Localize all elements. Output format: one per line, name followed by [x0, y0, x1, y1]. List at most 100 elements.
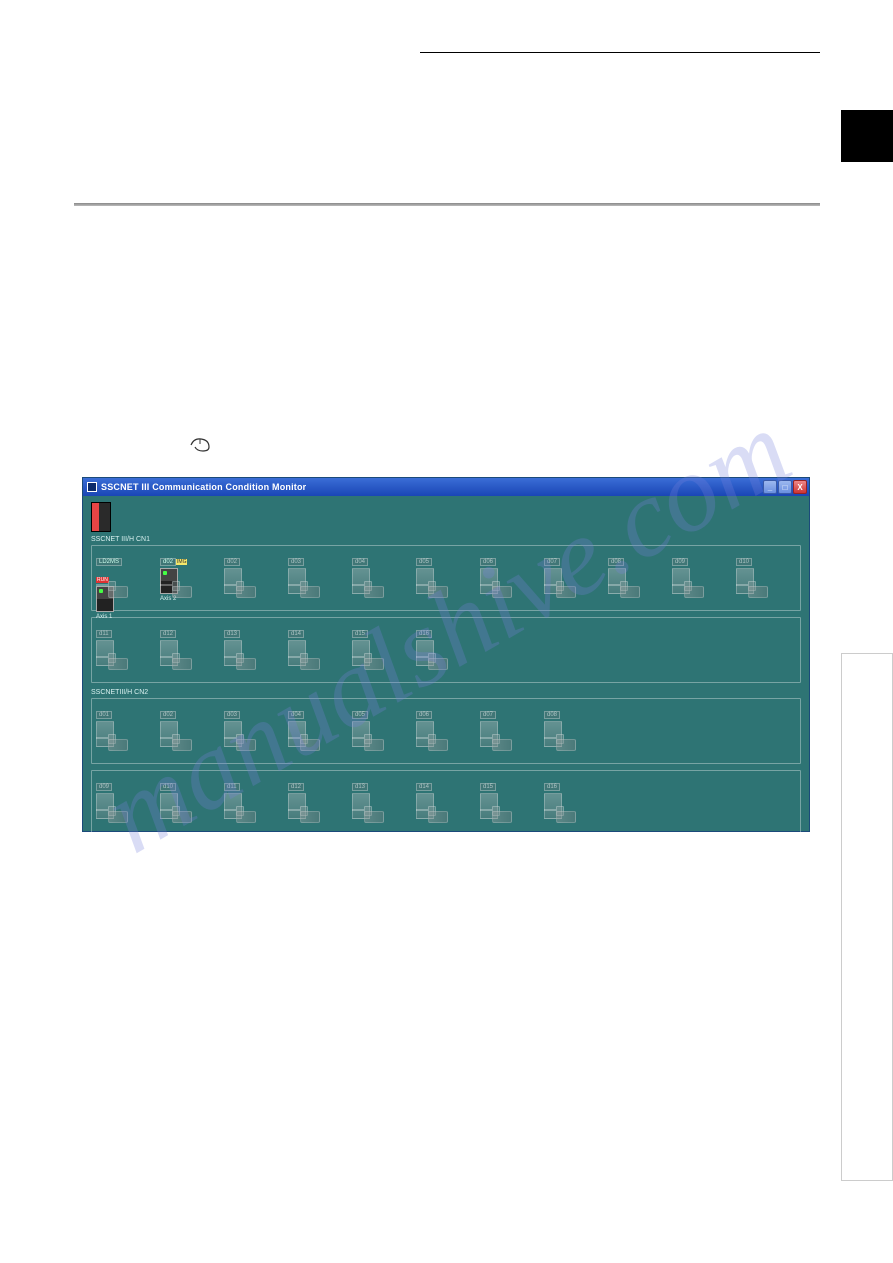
amplifier-row: d11 d12 d13 d14 d15 d16 — [96, 622, 796, 676]
connector-icon — [160, 809, 172, 811]
amplifier-slot[interactable]: d15 — [352, 622, 386, 676]
amplifier-slot[interactable]: d12 — [160, 622, 194, 676]
status-badge: IMG — [176, 559, 187, 565]
amplifier-slot[interactable]: d12 — [288, 775, 322, 829]
slot-id-tag: d12 — [288, 783, 304, 791]
amplifier-slot[interactable]: d14 — [288, 622, 322, 676]
titlebar[interactable]: SSCNET III Communication Condition Monit… — [83, 478, 809, 496]
amplifier-slot[interactable]: d06 — [416, 703, 450, 757]
amplifier-slot[interactable]: d01 — [96, 703, 130, 757]
amplifier-row: d01 d02 d03 d04 d05 d06 d07 d08 — [96, 703, 796, 757]
connector-icon — [288, 737, 300, 739]
amplifier-slot[interactable]: d16 — [416, 622, 450, 676]
slot-id-tag: d03 — [224, 711, 240, 719]
slot-id-tag: d10 — [160, 783, 176, 791]
slot-id-tag: d07 — [480, 711, 496, 719]
monitor-window: SSCNET III Communication Condition Monit… — [82, 477, 810, 832]
section-rule — [74, 203, 820, 206]
window-content: SSCNET III/H CN1 LD2MS RUN Axis 1 d02IMGAxis… — [83, 496, 809, 831]
connector-icon — [160, 656, 172, 658]
amplifier-slot[interactable]: d03 — [224, 703, 258, 757]
connector-icon — [352, 737, 364, 739]
amplifier-slot[interactable]: d11 — [224, 775, 258, 829]
amplifier-slot[interactable]: d10 — [160, 775, 194, 829]
network-label: SSCNETIII/H CN2 — [91, 689, 801, 696]
motor-icon — [556, 811, 576, 823]
network-label: SSCNET III/H CN1 — [91, 536, 801, 543]
slot-sublabel: LD2MS — [96, 558, 122, 566]
amplifier-slot[interactable]: d14 — [416, 775, 450, 829]
connector-icon — [288, 656, 300, 658]
slot-id-tag: d14 — [288, 630, 304, 638]
slot-id-tag: d06 — [416, 711, 432, 719]
motor-icon — [172, 739, 192, 751]
slot-id-tag: d11 — [96, 630, 112, 638]
window-title: SSCNET III Communication Condition Monit… — [101, 482, 306, 492]
row-group: d11 d12 d13 d14 d15 d16 — [91, 617, 801, 683]
amplifier-slot[interactable]: d09 — [96, 775, 130, 829]
amplifier-slot[interactable]: d02IMGAxis 2 — [160, 550, 194, 604]
amplifier-slot[interactable]: d13 — [352, 775, 386, 829]
amplifier-slot[interactable]: d02 — [160, 703, 194, 757]
axis-label: Axis 1 — [96, 614, 130, 620]
status-badge: RUN — [96, 577, 109, 583]
amplifier-slot[interactable]: d05 — [416, 550, 450, 604]
motor-icon — [172, 811, 192, 823]
cpu-unit-icon[interactable] — [91, 502, 111, 532]
amplifier-slot[interactable]: d10 — [736, 550, 770, 604]
connector-icon — [160, 737, 172, 739]
motor-icon — [428, 586, 448, 598]
row-group: d09 d10 d11 d12 d13 d14 d15 d16 — [91, 770, 801, 836]
connector-icon — [288, 809, 300, 811]
slot-id-tag: d15 — [352, 630, 368, 638]
slot-id-tag: d13 — [224, 630, 240, 638]
connector-icon — [224, 584, 236, 586]
slot-id-tag: d08 — [544, 711, 560, 719]
motor-icon — [364, 586, 384, 598]
amplifier-slot[interactable]: d05 — [352, 703, 386, 757]
amplifier-slot[interactable]: d06 — [480, 550, 514, 604]
slot-id-tag: d10 — [736, 558, 752, 566]
motor-icon — [236, 739, 256, 751]
connector-icon — [352, 656, 364, 658]
minimize-button[interactable]: _ — [763, 480, 777, 494]
slot-id-tag: d02 — [160, 711, 176, 719]
slot-id-tag: d09 — [672, 558, 688, 566]
side-box — [841, 653, 893, 1181]
amplifier-slot[interactable]: d07 — [544, 550, 578, 604]
connector-icon — [224, 656, 236, 658]
motor-icon — [684, 586, 704, 598]
connector-icon — [224, 737, 236, 739]
connector-icon — [672, 584, 684, 586]
amplifier-slot[interactable]: d03 — [288, 550, 322, 604]
amplifier-slot[interactable]: d11 — [96, 622, 130, 676]
amplifier-slot[interactable]: d04 — [288, 703, 322, 757]
connector-icon — [480, 809, 492, 811]
amplifier-slot[interactable]: d08 — [544, 703, 578, 757]
slot-id-tag: d15 — [480, 783, 496, 791]
amplifier-slot[interactable]: LD2MSRUNAxis 1 — [96, 550, 130, 604]
connector-icon — [416, 656, 428, 658]
connector-icon — [96, 656, 108, 658]
motor-icon — [236, 811, 256, 823]
amplifier-slot[interactable]: d16 — [544, 775, 578, 829]
amplifier-slot[interactable]: d15 — [480, 775, 514, 829]
connector-icon — [416, 737, 428, 739]
maximize-button[interactable]: □ — [778, 480, 792, 494]
amplifier-slot[interactable]: d02 — [224, 550, 258, 604]
motor-icon — [492, 586, 512, 598]
close-button[interactable]: X — [793, 480, 807, 494]
motor-icon — [236, 658, 256, 670]
amplifier-slot[interactable]: d07 — [480, 703, 514, 757]
amplifier-slot[interactable]: d13 — [224, 622, 258, 676]
motor-icon — [300, 811, 320, 823]
amplifier-slot[interactable]: d04 — [352, 550, 386, 604]
motor-icon — [108, 811, 128, 823]
amplifier-slot[interactable]: d09 — [672, 550, 706, 604]
motor-icon — [300, 739, 320, 751]
amplifier-slot[interactable]: d08 — [608, 550, 642, 604]
connector-icon — [544, 584, 556, 586]
slot-id-tag: d05 — [416, 558, 432, 566]
connector-icon — [544, 737, 556, 739]
slot-id-tag: d07 — [544, 558, 560, 566]
